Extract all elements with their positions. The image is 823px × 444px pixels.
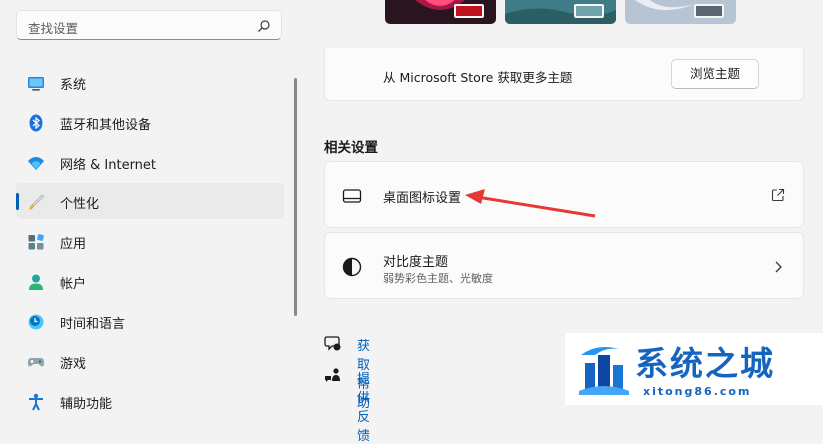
- theme-color-swatch: [574, 4, 604, 18]
- desktop-icon: [342, 189, 362, 203]
- related-settings-heading: 相关设置: [324, 140, 378, 156]
- brush-icon: [29, 194, 44, 210]
- store-themes-row: 从 Microsoft Store 获取更多主题 浏览主题: [324, 48, 804, 101]
- wifi-icon: [28, 157, 44, 170]
- sidebar-item-apps[interactable]: 应用: [16, 223, 284, 259]
- apps-icon: [28, 234, 44, 250]
- theme-card[interactable]: [625, 0, 736, 24]
- sidebar-item-label: 系统: [60, 78, 87, 93]
- sidebar-item-time-language[interactable]: 时间和语言: [16, 303, 284, 339]
- theme-color-swatch: [694, 4, 724, 18]
- watermark-logo-icon: [579, 347, 629, 395]
- search-placeholder: 查找设置: [28, 21, 79, 36]
- sidebar-item-gaming[interactable]: 游戏: [16, 343, 284, 379]
- watermark-brand: 系统之城: [635, 344, 775, 383]
- sidebar-item-system[interactable]: 系统: [16, 64, 284, 100]
- theme-card[interactable]: [385, 0, 496, 24]
- give-feedback-label: 提供反馈: [357, 372, 371, 444]
- sidebar-item-accounts[interactable]: 帐户: [16, 263, 284, 299]
- store-themes-text: 从 Microsoft Store 获取更多主题: [383, 70, 573, 85]
- account-icon: [29, 274, 43, 290]
- sidebar-item-label: 游戏: [60, 357, 87, 372]
- desktop-icon-settings-label: 桌面图标设置: [383, 191, 462, 206]
- accessibility-icon: [29, 393, 43, 411]
- watermark-url: xitong86.com: [643, 385, 752, 398]
- help-icon: [324, 336, 341, 351]
- sidebar-item-accessibility[interactable]: 辅助功能: [16, 383, 284, 419]
- theme-card[interactable]: [505, 0, 616, 24]
- sidebar-item-label: 个性化: [60, 197, 100, 212]
- watermark: 系统之城 xitong86.com: [565, 333, 823, 405]
- feedback-icon: [325, 368, 340, 382]
- bluetooth-icon: [29, 114, 43, 132]
- external-link-icon: [771, 188, 785, 202]
- theme-color-swatch: [454, 4, 484, 18]
- contrast-themes-label: 对比度主题: [383, 255, 449, 270]
- sidebar-item-label: 网络 & Internet: [60, 158, 157, 173]
- annotation-arrow: [465, 189, 596, 218]
- system-icon: [28, 77, 44, 91]
- contrast-icon: [342, 257, 362, 277]
- sidebar-item-label: 帐户: [60, 277, 87, 292]
- gamepad-icon: [27, 358, 45, 367]
- sidebar-item-bluetooth[interactable]: 蓝牙和其他设备: [16, 104, 284, 140]
- search-icon: [258, 20, 270, 32]
- sidebar-item-personalization[interactable]: 个性化: [16, 183, 284, 219]
- selection-indicator: [16, 193, 19, 210]
- chevron-right-icon: [775, 261, 782, 273]
- sidebar-item-label: 时间和语言: [60, 317, 126, 332]
- browse-themes-button[interactable]: 浏览主题: [671, 59, 759, 89]
- sidebar-item-network[interactable]: 网络 & Internet: [16, 144, 284, 180]
- sidebar-scrollbar[interactable]: [294, 78, 297, 316]
- search-box[interactable]: 查找设置: [16, 10, 282, 40]
- sidebar-item-label: 蓝牙和其他设备: [60, 118, 152, 133]
- contrast-themes-subtitle: 弱势彩色主题、光敏度: [383, 272, 493, 285]
- clock-globe-icon: [28, 314, 44, 330]
- contrast-themes-row[interactable]: 对比度主题 弱势彩色主题、光敏度: [324, 232, 804, 299]
- sidebar-item-label: 辅助功能: [60, 397, 113, 412]
- sidebar-item-label: 应用: [60, 237, 87, 252]
